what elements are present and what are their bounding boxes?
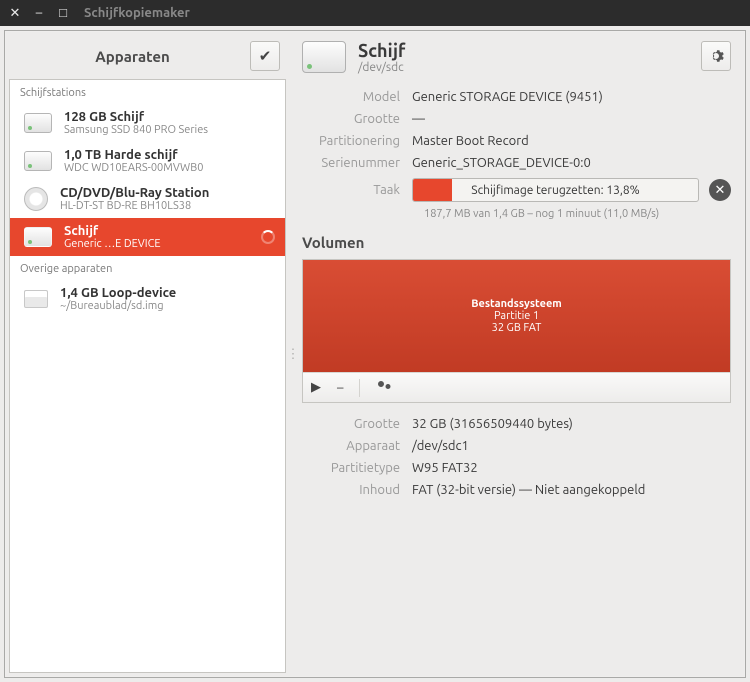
sidebar-title: Apparaten xyxy=(15,48,250,65)
task-progress-bar: Schijfimage terugzetten: 13,8% xyxy=(412,178,699,202)
busy-spinner-icon xyxy=(261,230,275,244)
label-vol-ptype: Partitietype xyxy=(302,461,412,475)
device-sub: ~/Bureaublad/sd.img xyxy=(60,300,275,312)
cancel-icon: ✕ xyxy=(715,183,726,198)
device-name: 128 GB Schijf xyxy=(64,110,275,124)
sidebar: Apparaten ✔ Schijfstations 128 GB Schijf… xyxy=(5,31,290,677)
label-vol-size: Grootte xyxy=(302,417,412,431)
window-titlebar: ✕ – □ Schijfkopiemaker xyxy=(0,0,750,26)
device-item-hdd[interactable]: 1,0 TB Harde schijf WDC WD10EARS-00MVWB0 xyxy=(10,142,285,180)
minus-icon: – xyxy=(337,381,343,395)
gears-icon xyxy=(376,379,392,393)
hdd-icon xyxy=(24,227,52,247)
device-name: CD/DVD/Blu-Ray Station xyxy=(60,186,275,200)
list-heading-drives: Schijfstations xyxy=(10,80,285,104)
value-serial: Generic_STORAGE_DEVICE-0:0 xyxy=(412,156,731,170)
volume-size-label: 32 GB FAT xyxy=(492,322,542,334)
app-window: Apparaten ✔ Schijfstations 128 GB Schijf… xyxy=(4,30,746,678)
value-vol-device: /dev/sdc1 xyxy=(412,439,731,453)
device-name: Schijf xyxy=(64,224,249,238)
volume-part-label: Partitie 1 xyxy=(494,310,539,322)
task-progress-label: Schijfimage terugzetten: 13,8% xyxy=(413,179,698,201)
mount-button[interactable]: ▶ xyxy=(311,380,321,395)
window-maximize-button[interactable]: □ xyxy=(56,6,70,20)
device-item-generic[interactable]: Schijf Generic …E DEVICE xyxy=(10,218,285,256)
window-title: Schijfkopiemaker xyxy=(84,6,190,20)
label-task: Taak xyxy=(302,183,412,197)
device-list: Schijfstations 128 GB Schijf Samsung SSD… xyxy=(9,79,286,673)
label-serial: Serienummer xyxy=(302,156,412,170)
device-name: 1,4 GB Loop-device xyxy=(60,286,275,300)
volume-frame: Bestandssysteem Partitie 1 32 GB FAT ▶ – xyxy=(302,259,731,403)
volume-partition[interactable]: Bestandssysteem Partitie 1 32 GB FAT xyxy=(303,260,730,372)
detail-subtitle: /dev/sdc xyxy=(358,61,701,74)
label-model: Model xyxy=(302,90,412,104)
task-status-text: 187,7 MB van 1,4 GB – nog 1 minuut (11,0… xyxy=(424,208,731,220)
gear-icon xyxy=(708,48,724,64)
device-sub: Generic …E DEVICE xyxy=(64,238,249,250)
unmount-button[interactable]: – xyxy=(337,381,343,395)
hdd-icon xyxy=(24,113,52,133)
label-partitioning: Partitionering xyxy=(302,134,412,148)
device-item-loop[interactable]: 1,4 GB Loop-device ~/Bureaublad/sd.img xyxy=(10,280,285,318)
volume-toolbar: ▶ – xyxy=(303,372,730,402)
device-sub: HL-DT-ST BD-RE BH10LS38 xyxy=(60,200,275,212)
toolbar-separator xyxy=(359,379,360,397)
value-size: — xyxy=(412,112,731,126)
volumes-heading: Volumen xyxy=(302,234,731,251)
label-size: Grootte xyxy=(302,112,412,126)
list-heading-other: Overige apparaten xyxy=(10,256,285,280)
window-minimize-button[interactable]: – xyxy=(32,6,46,20)
value-partitioning: Master Boot Record xyxy=(412,134,731,148)
value-model: Generic STORAGE DEVICE (9451) xyxy=(412,90,731,104)
device-item-ssd[interactable]: 128 GB Schijf Samsung SSD 840 PRO Series xyxy=(10,104,285,142)
device-item-optical[interactable]: CD/DVD/Blu-Ray Station HL-DT-ST BD-RE BH… xyxy=(10,180,285,218)
hdd-icon xyxy=(24,151,52,171)
device-sub: Samsung SSD 840 PRO Series xyxy=(64,124,275,136)
sidebar-confirm-button[interactable]: ✔ xyxy=(250,41,280,71)
value-vol-size: 32 GB (31656509440 bytes) xyxy=(412,417,731,431)
loop-device-icon xyxy=(24,290,48,308)
value-vol-ptype: W95 FAT32 xyxy=(412,461,731,475)
detail-pane: Schijf /dev/sdc Model Generic STORAGE DE… xyxy=(296,31,745,677)
label-vol-content: Inhoud xyxy=(302,483,412,497)
device-sub: WDC WD10EARS-00MVWB0 xyxy=(64,162,275,174)
task-cancel-button[interactable]: ✕ xyxy=(709,179,731,201)
drive-icon xyxy=(302,41,346,73)
label-vol-device: Apparaat xyxy=(302,439,412,453)
play-icon: ▶ xyxy=(311,380,321,394)
value-vol-content: FAT (32-bit versie) — Niet aangekoppeld xyxy=(412,483,731,497)
disc-icon xyxy=(24,187,48,211)
window-close-button[interactable]: ✕ xyxy=(8,6,22,20)
volume-fs-title: Bestandssysteem xyxy=(471,298,562,310)
drive-settings-button[interactable] xyxy=(701,41,731,71)
device-name: 1,0 TB Harde schijf xyxy=(64,148,275,162)
volume-gears-button[interactable] xyxy=(376,379,392,396)
detail-title: Schijf xyxy=(358,41,701,61)
